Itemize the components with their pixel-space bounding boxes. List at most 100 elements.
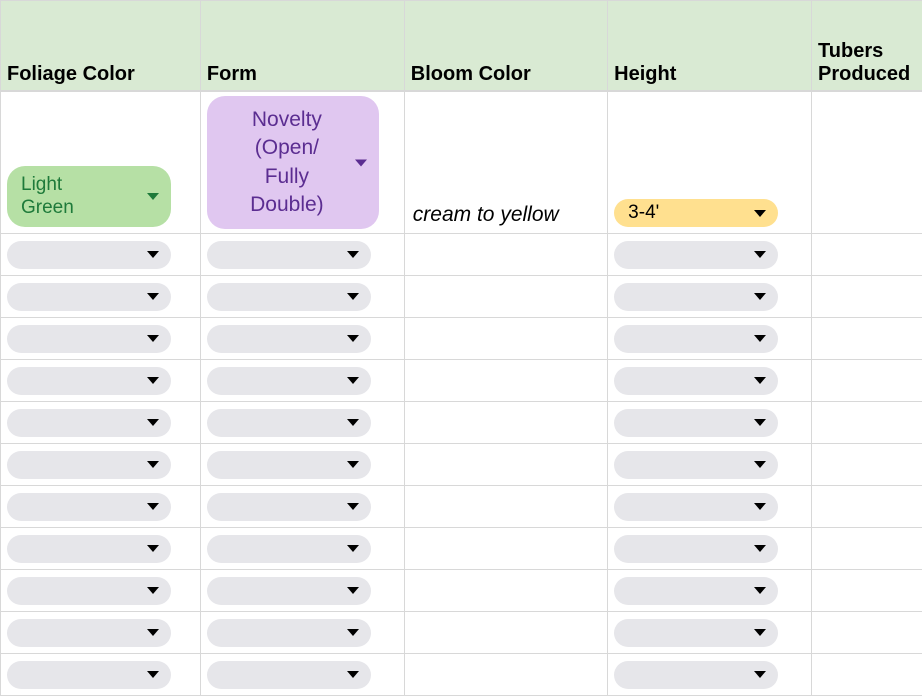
cell-foliage[interactable] (1, 486, 201, 528)
cell-bloom[interactable] (404, 612, 607, 654)
height-dropdown[interactable] (614, 283, 778, 311)
cell-bloom[interactable] (404, 486, 607, 528)
cell-tubers[interactable] (812, 276, 922, 318)
cell-bloom[interactable] (404, 444, 607, 486)
form-dropdown[interactable] (207, 619, 371, 647)
cell-bloom[interactable] (404, 276, 607, 318)
form-dropdown[interactable] (207, 535, 371, 563)
foliage-dropdown[interactable] (7, 451, 171, 479)
form-dropdown[interactable] (207, 451, 371, 479)
cell-foliage[interactable] (1, 318, 201, 360)
cell-form[interactable] (200, 612, 404, 654)
cell-foliage[interactable] (1, 276, 201, 318)
foliage-dropdown[interactable] (7, 325, 171, 353)
cell-height[interactable] (608, 318, 812, 360)
cell-tubers[interactable] (812, 528, 922, 570)
height-dropdown[interactable]: 3-4' (614, 199, 778, 227)
cell-height[interactable] (608, 528, 812, 570)
cell-form[interactable] (200, 528, 404, 570)
form-dropdown[interactable] (207, 409, 371, 437)
form-dropdown[interactable] (207, 577, 371, 605)
cell-height[interactable]: 3-4' (608, 92, 812, 234)
foliage-dropdown[interactable] (7, 283, 171, 311)
form-dropdown[interactable] (207, 283, 371, 311)
cell-bloom[interactable] (404, 360, 607, 402)
height-dropdown[interactable] (614, 661, 778, 689)
foliage-dropdown[interactable] (7, 577, 171, 605)
cell-height[interactable] (608, 612, 812, 654)
cell-tubers[interactable] (812, 612, 922, 654)
cell-height[interactable] (608, 234, 812, 276)
cell-height[interactable] (608, 444, 812, 486)
foliage-dropdown[interactable] (7, 493, 171, 521)
cell-tubers[interactable] (812, 360, 922, 402)
cell-form[interactable] (200, 318, 404, 360)
spreadsheet[interactable]: Foliage Color Form Bloom Color Height Tu… (0, 0, 922, 696)
cell-height[interactable] (608, 360, 812, 402)
cell-foliage[interactable] (1, 528, 201, 570)
cell-form[interactable] (200, 402, 404, 444)
cell-bloom[interactable] (404, 234, 607, 276)
foliage-dropdown[interactable] (7, 535, 171, 563)
cell-foliage[interactable] (1, 654, 201, 696)
cell-form[interactable] (200, 276, 404, 318)
cell-foliage[interactable]: Light Green (1, 92, 201, 234)
foliage-dropdown[interactable]: Light Green (7, 166, 171, 228)
cell-bloom[interactable] (404, 654, 607, 696)
cell-bloom[interactable]: cream to yellow (404, 92, 607, 234)
cell-bloom[interactable] (404, 318, 607, 360)
cell-foliage[interactable] (1, 612, 201, 654)
form-dropdown[interactable] (207, 325, 371, 353)
height-dropdown[interactable] (614, 535, 778, 563)
cell-tubers[interactable] (812, 654, 922, 696)
height-dropdown[interactable] (614, 367, 778, 395)
cell-foliage[interactable] (1, 402, 201, 444)
cell-bloom[interactable] (404, 570, 607, 612)
foliage-dropdown[interactable] (7, 367, 171, 395)
height-dropdown[interactable] (614, 241, 778, 269)
cell-height[interactable] (608, 402, 812, 444)
cell-foliage[interactable] (1, 360, 201, 402)
height-dropdown[interactable] (614, 409, 778, 437)
form-dropdown[interactable] (207, 367, 371, 395)
form-dropdown[interactable] (207, 661, 371, 689)
cell-form[interactable] (200, 234, 404, 276)
form-dropdown[interactable] (207, 493, 371, 521)
header-form[interactable]: Form (200, 11, 404, 91)
cell-height[interactable] (608, 486, 812, 528)
cell-tubers[interactable] (812, 444, 922, 486)
cell-bloom[interactable] (404, 528, 607, 570)
cell-tubers[interactable] (812, 402, 922, 444)
cell-form[interactable] (200, 570, 404, 612)
cell-bloom[interactable] (404, 402, 607, 444)
height-dropdown[interactable] (614, 325, 778, 353)
cell-tubers[interactable] (812, 486, 922, 528)
foliage-dropdown[interactable] (7, 241, 171, 269)
cell-height[interactable] (608, 276, 812, 318)
height-dropdown[interactable] (614, 493, 778, 521)
cell-form[interactable] (200, 444, 404, 486)
cell-form[interactable] (200, 654, 404, 696)
form-dropdown[interactable] (207, 241, 371, 269)
cell-tubers[interactable] (812, 570, 922, 612)
foliage-dropdown[interactable] (7, 661, 171, 689)
height-dropdown[interactable] (614, 619, 778, 647)
cell-tubers[interactable] (812, 318, 922, 360)
cell-height[interactable] (608, 570, 812, 612)
cell-form[interactable] (200, 486, 404, 528)
header-height[interactable]: Height (608, 11, 812, 91)
height-dropdown[interactable] (614, 577, 778, 605)
cell-foliage[interactable] (1, 444, 201, 486)
cell-height[interactable] (608, 654, 812, 696)
cell-form[interactable]: Novelty (Open/ Fully Double) (200, 92, 404, 234)
header-foliage[interactable]: Foliage Color (1, 11, 201, 91)
cell-form[interactable] (200, 360, 404, 402)
foliage-dropdown[interactable] (7, 619, 171, 647)
height-dropdown[interactable] (614, 451, 778, 479)
cell-foliage[interactable] (1, 234, 201, 276)
cell-foliage[interactable] (1, 570, 201, 612)
form-dropdown[interactable]: Novelty (Open/ Fully Double) (207, 96, 379, 229)
foliage-dropdown[interactable] (7, 409, 171, 437)
cell-tubers[interactable] (812, 234, 922, 276)
cell-tubers[interactable] (812, 92, 922, 234)
